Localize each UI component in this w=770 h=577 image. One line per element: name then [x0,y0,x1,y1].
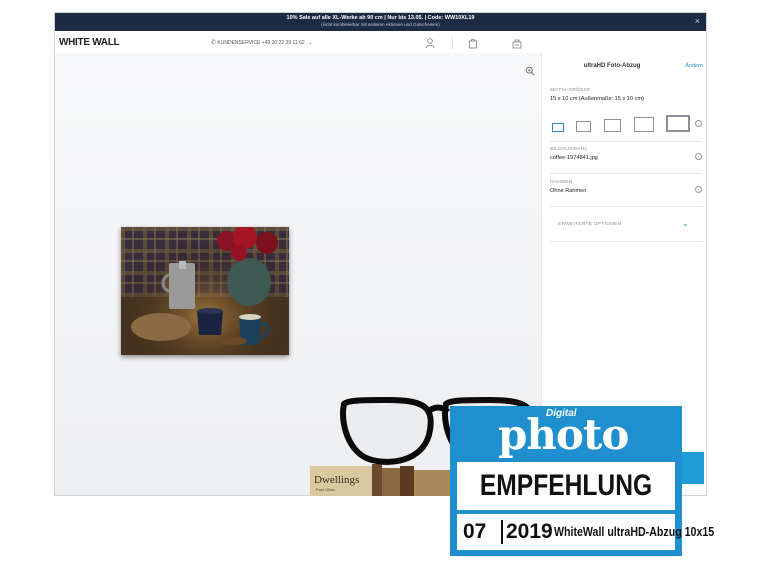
top-navigation: WHITE WALL ✆ KUNDENSERVICE +49 30 22 39 … [55,31,706,54]
chevron-down-icon[interactable]: ⌄ [682,219,689,228]
divider [550,173,702,174]
change-product-link[interactable]: Ändern [685,63,703,69]
book-title: Dwellings [314,474,359,486]
size-section: MOTIV-GRÖSSE 15 x 10 cm (Außenmaße: 15 x… [550,88,702,102]
magazine-award-badge: Digital photo EMPFEHLUNG 07 2019 WhiteWa… [450,406,714,556]
promo-subtext: (nicht kombinierbar mit anderen Aktionen… [321,22,440,27]
cart-icon[interactable] [511,37,523,49]
frame-section[interactable]: RAHMEN Ohne Rahmen [550,180,702,194]
book-author: Paul Oliver [316,487,336,492]
close-icon[interactable]: × [695,16,700,26]
divider [550,206,702,207]
promo-text: 10% Sale auf alle XL-Werke ab 90 cm | Nu… [286,15,475,21]
badge-brand: photo [498,410,629,459]
badge-issue-year: 2019 [506,520,553,543]
badge-issue-month: 07 [463,520,487,543]
customer-service-link[interactable]: ✆ KUNDENSERVICE +49 30 22 39 11 62 ⌄ [211,39,314,46]
frame-value: Ohne Rahmen [550,188,587,194]
chevron-down-icon: ⌄ [308,40,313,46]
image-value: coffee-1974841.jpg [550,155,598,161]
promo-banner: 10% Sale auf alle XL-Werke ab 90 cm | Nu… [55,13,706,31]
product-title: ultraHD Foto-Abzug [583,63,641,69]
badge-product: WhiteWall ultraHD-Abzug 10x15 [554,525,715,539]
size-more-icon[interactable]: › [695,120,702,127]
size-option-5[interactable] [666,115,690,132]
badge-recommendation: EMPFEHLUNG [479,469,653,502]
image-section[interactable]: BILDAUSWAHL coffee-1974841.jpg [550,147,702,161]
whitewall-logo[interactable]: WHITE WALL [59,37,120,48]
image-label: BILDAUSWAHL [550,147,588,152]
image-arrow-icon[interactable]: › [695,153,702,160]
size-label: MOTIV-GRÖSSE [550,88,591,93]
size-option-2[interactable] [576,121,591,132]
bag-icon[interactable] [467,37,479,49]
size-option-1[interactable] [552,123,564,132]
size-option-4[interactable] [634,117,654,132]
photo-preview [121,227,289,355]
frame-label: RAHMEN [550,180,573,185]
user-icon[interactable] [424,37,436,49]
frame-arrow-icon[interactable]: › [695,186,702,193]
badge-divider [501,520,503,544]
divider [550,241,702,242]
advanced-options-toggle[interactable]: ERWEITERTE OPTIONEN [558,222,621,227]
badge-issue-box: 07 2019 WhiteWall ultraHD-Abzug 10x15 [457,514,714,550]
nav-divider [452,37,453,49]
phone-icon: ✆ [211,40,217,46]
size-option-3[interactable] [604,119,621,132]
zoom-icon[interactable] [525,66,535,76]
customer-service-text: KUNDENSERVICE +49 30 22 39 11 62 [217,40,305,46]
size-value: 15 x 10 cm (Außenmaße: 15 x 10 cm) [550,96,644,102]
divider [550,141,702,142]
badge-recommendation-box: EMPFEHLUNG [457,462,675,510]
